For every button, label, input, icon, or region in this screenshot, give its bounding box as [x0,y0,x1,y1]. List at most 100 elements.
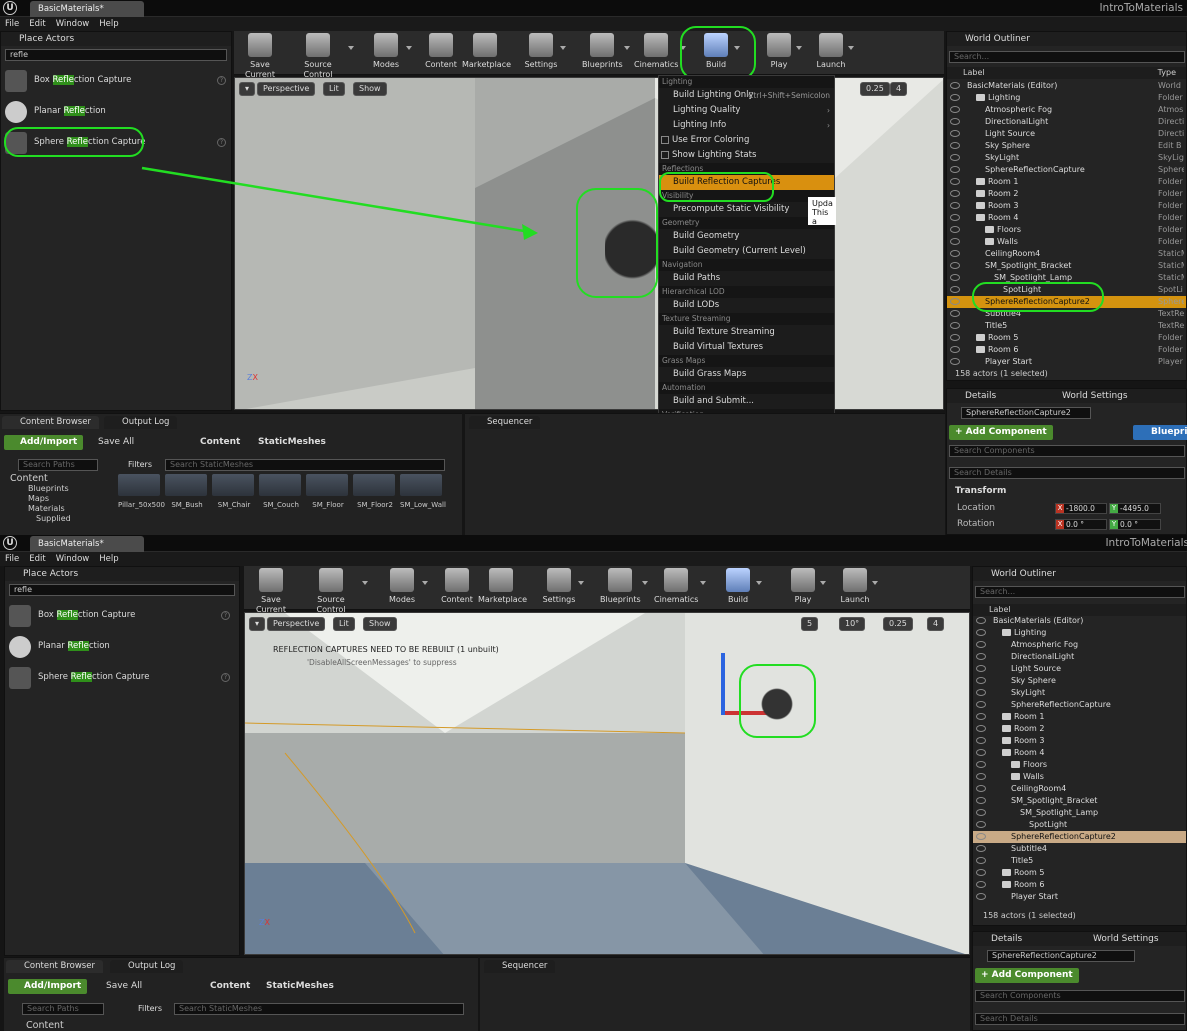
outliner-row[interactable]: Room 4 Folder [947,212,1186,224]
visibility-eye-icon[interactable] [950,154,960,161]
viewport-options-button[interactable]: ▾ [249,617,266,631]
visibility-eye-icon[interactable] [976,653,986,660]
search-paths-input[interactable]: Search Paths [22,1003,104,1015]
marketplace-button[interactable]: Marketplace [462,33,511,70]
details-tab[interactable]: Details World Settings [973,932,1186,946]
outliner-row[interactable]: Walls Folder [947,236,1186,248]
outliner-row[interactable]: SkyLight [973,687,1186,699]
outliner-row[interactable]: Room 4 [973,747,1186,759]
search-staticmeshes-input[interactable]: Search StaticMeshes [174,1003,464,1015]
help-icon[interactable]: ? [221,673,230,682]
content-button[interactable]: Content [424,33,458,70]
menu-item[interactable]: Build Grass Maps [659,367,834,382]
outliner-row[interactable]: SphereReflectionCapture2 Sphere [947,296,1186,308]
grid-size-value[interactable]: 5 [801,617,819,631]
folder-maps[interactable]: Maps [10,494,71,504]
outliner-row[interactable]: Room 1 [973,711,1186,723]
outliner-row[interactable]: CeilingRoom4 StaticM [947,248,1186,260]
blueprints-button[interactable]: Blueprints [600,568,648,605]
menu-item[interactable]: Build Lighting Only Ctrl+Shift+Semicolon [659,88,834,103]
folder-materials[interactable]: Materials [10,504,71,514]
checkbox-icon[interactable] [661,135,669,144]
visibility-eye-icon[interactable] [950,226,960,233]
world-settings-tab[interactable]: World Settings [1093,932,1159,946]
asset-tile[interactable]: SM_Low_Wall [400,474,446,526]
outliner-row[interactable]: DirectionalLight [973,651,1186,663]
launch-button[interactable]: Launch [840,568,878,605]
save-all-button[interactable]: Save All [106,981,142,991]
build-button[interactable]: Build [722,568,762,605]
visibility-eye-icon[interactable] [950,202,960,209]
content-browser-tab[interactable]: Content Browser [2,416,99,429]
visibility-eye-icon[interactable] [950,310,960,317]
folder-supplied[interactable]: Supplied [10,514,71,524]
menu-item[interactable]: Build Paths [659,271,834,286]
menu-edit[interactable]: Edit [24,552,50,566]
add-import-button[interactable]: Add/Import [4,435,84,450]
settings-button[interactable]: Settings [524,33,566,70]
visibility-eye-icon[interactable] [976,761,986,768]
outliner-row[interactable]: Light Source Directi [947,128,1186,140]
details-tab[interactable]: Details World Settings [947,389,1186,403]
world-settings-tab[interactable]: World Settings [1062,389,1128,403]
content-browser-tab[interactable]: Content Browser [6,960,103,973]
perspective-button[interactable]: Perspective [257,82,316,96]
menu-window[interactable]: Window [51,17,95,31]
show-button[interactable]: Show [353,82,387,96]
folder-content[interactable]: Content [10,474,71,484]
menu-item[interactable]: Build Virtual Textures [659,340,834,355]
outliner-row[interactable]: Light Source [973,663,1186,675]
rotation-y-field[interactable]: Y 0.0 ° [1109,519,1161,530]
camera-speed-value[interactable]: 0.25 [860,82,890,96]
outliner-row[interactable]: BasicMaterials (Editor) [973,615,1186,627]
lit-button[interactable]: Lit [323,82,345,96]
outliner-row[interactable]: Room 5 Folder [947,332,1186,344]
transform-gizmo[interactable] [721,653,725,715]
outliner-row[interactable]: SM_Spotlight_Bracket StaticM [947,260,1186,272]
outliner-row[interactable]: SkyLight SkyLigh [947,152,1186,164]
details-object-name-input[interactable]: SphereReflectionCapture2 [987,950,1135,962]
outliner-row[interactable]: Subtitle4 [973,843,1186,855]
outliner-row[interactable]: Player Start Player [947,356,1186,368]
outliner-row[interactable]: Sky Sphere [973,675,1186,687]
visibility-eye-icon[interactable] [950,166,960,173]
show-button[interactable]: Show [363,617,397,631]
menu-item[interactable]: Build Reflection Captures [659,175,834,190]
outliner-row[interactable]: Title5 TextRe [947,320,1186,332]
outliner-row[interactable]: DirectionalLight Directi [947,116,1186,128]
menu-edit[interactable]: Edit [24,17,50,31]
visibility-eye-icon[interactable] [976,773,986,780]
launch-button[interactable]: Launch [816,33,854,70]
reflection-capture-actor[interactable] [605,208,660,283]
actor-box-reflection-capture[interactable]: Box Reflection Capture? [5,68,230,96]
menu-item[interactable]: Build and Submit... [659,394,834,409]
outliner-row[interactable]: Title5 [973,855,1186,867]
visibility-eye-icon[interactable] [950,106,960,113]
save-current-button[interactable]: Save Current [246,568,296,615]
outliner-row[interactable]: Atmospheric Fog [973,639,1186,651]
visibility-eye-icon[interactable] [976,749,986,756]
outliner-row[interactable]: Lighting [973,627,1186,639]
visibility-eye-icon[interactable] [976,689,986,696]
outliner-row[interactable]: Room 3 [973,735,1186,747]
visibility-eye-icon[interactable] [976,665,986,672]
asset-tile[interactable]: SM_Couch [259,474,303,526]
visibility-eye-icon[interactable] [950,250,960,257]
help-icon[interactable]: ? [217,76,226,85]
output-log-tab[interactable]: Output Log [104,416,178,429]
reflection-capture-actor[interactable] [757,683,797,725]
outliner-row[interactable]: Room 5 [973,867,1186,879]
visibility-eye-icon[interactable] [976,617,986,624]
play-button[interactable]: Play [788,568,826,605]
actor-planar-reflection[interactable]: Planar Reflection [5,99,230,127]
visibility-eye-icon[interactable] [950,262,960,269]
save-all-button[interactable]: Save All [98,437,134,447]
visibility-eye-icon[interactable] [950,82,960,89]
search-paths-input[interactable]: Search Paths [18,459,98,471]
camera-speed-value[interactable]: 0.25 [883,617,913,631]
visibility-eye-icon[interactable] [976,737,986,744]
outliner-row[interactable]: Walls [973,771,1186,783]
visibility-eye-icon[interactable] [976,641,986,648]
checkbox-icon[interactable] [661,150,669,159]
outliner-row[interactable]: Room 3 Folder [947,200,1186,212]
